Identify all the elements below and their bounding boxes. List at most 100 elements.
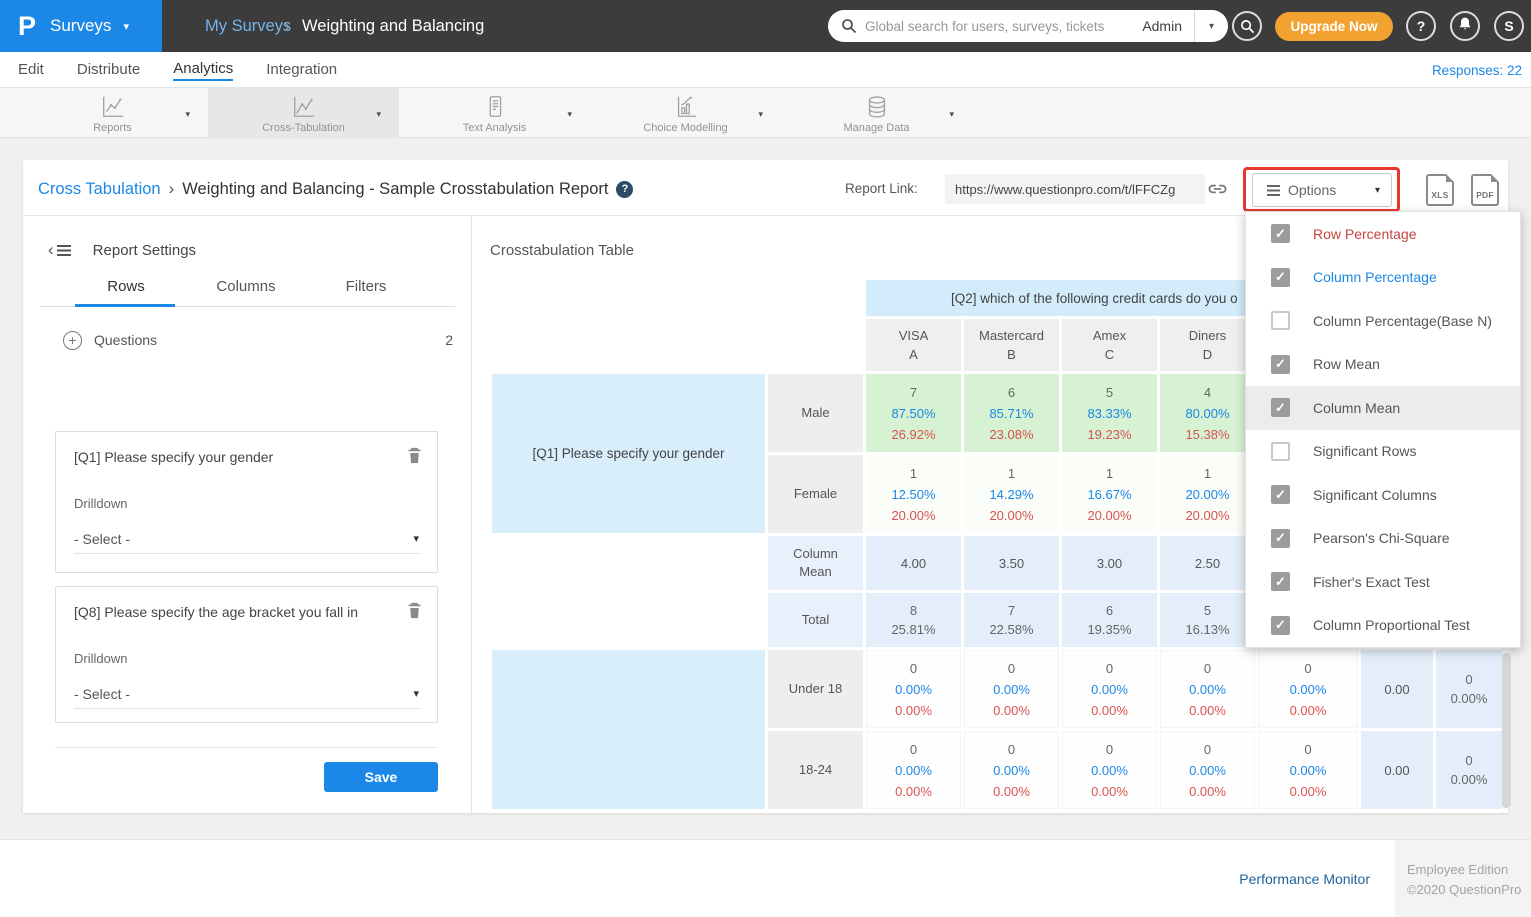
option-item-row-percentage[interactable]: ✓Row Percentage bbox=[1246, 212, 1520, 256]
page-footer: Performance Monitor Employee Edition ©20… bbox=[0, 839, 1531, 917]
module-tab-text-analysis[interactable]: Text Analysis▾ bbox=[399, 88, 590, 138]
chevron-down-icon[interactable]: ▾ bbox=[376, 109, 381, 120]
count-value: 1 bbox=[1008, 463, 1015, 484]
checkbox-checked-icon[interactable]: ✓ bbox=[1271, 224, 1290, 243]
module-tab-choice-modelling[interactable]: Choice Modelling▾ bbox=[590, 88, 781, 138]
help-icon: ? bbox=[1417, 18, 1426, 34]
option-item-significant-columns[interactable]: ✓Significant Columns bbox=[1246, 473, 1520, 517]
data-cell: 583.33%19.23% bbox=[1062, 374, 1157, 452]
help-button[interactable]: ? bbox=[1406, 11, 1436, 41]
module-label: Reports bbox=[93, 122, 132, 134]
add-questions-row[interactable]: + Questions 2 bbox=[63, 324, 455, 356]
save-button[interactable]: Save bbox=[324, 762, 438, 792]
option-item-column-mean[interactable]: ✓Column Mean bbox=[1246, 386, 1520, 430]
trash-icon[interactable] bbox=[406, 446, 423, 470]
count-value: 6 bbox=[1008, 382, 1015, 403]
select-value: - Select - bbox=[74, 686, 130, 702]
option-label: Fisher's Exact Test bbox=[1313, 574, 1430, 590]
performance-monitor-link[interactable]: Performance Monitor bbox=[1239, 871, 1370, 887]
option-item-pearson-s-chi-square[interactable]: ✓Pearson's Chi-Square bbox=[1246, 517, 1520, 561]
checkbox-checked-icon[interactable]: ✓ bbox=[1271, 485, 1290, 504]
count-value: 1 bbox=[910, 463, 917, 484]
mean-value: 4.00 bbox=[901, 556, 926, 571]
chevron-down-icon[interactable]: ▾ bbox=[949, 109, 954, 120]
options-button[interactable]: Options ▾ bbox=[1252, 173, 1392, 207]
count-value: 8 bbox=[910, 601, 917, 620]
checkbox-checked-icon[interactable]: ✓ bbox=[1271, 268, 1290, 287]
avatar-initial: S bbox=[1504, 18, 1513, 34]
help-icon[interactable]: ? bbox=[616, 181, 633, 198]
drilldown-select[interactable]: - Select -▾ bbox=[74, 524, 421, 554]
search-scope-selector[interactable]: Admin bbox=[1142, 18, 1194, 34]
mean-value: 2.50 bbox=[1195, 556, 1220, 571]
checkbox-checked-icon[interactable]: ✓ bbox=[1271, 355, 1290, 374]
checkbox-checked-icon[interactable]: ✓ bbox=[1271, 616, 1290, 635]
responses-count[interactable]: Responses: 22 bbox=[1432, 52, 1522, 88]
edition-line: Employee Edition bbox=[1407, 860, 1531, 880]
export-xls-button[interactable]: XLS bbox=[1426, 174, 1454, 206]
count-value: 0 bbox=[1008, 658, 1015, 679]
trash-icon[interactable] bbox=[406, 601, 423, 625]
drilldown-select[interactable]: - Select -▾ bbox=[74, 679, 421, 709]
cross-tabulation-link[interactable]: Cross Tabulation bbox=[38, 180, 161, 199]
breadcrumb-my-surveys[interactable]: My Surveys bbox=[205, 0, 291, 52]
row-percentage: 0.00% bbox=[895, 700, 932, 721]
total-cell: 722.58% bbox=[964, 593, 1059, 647]
column-name: VISA bbox=[899, 326, 929, 345]
row-label-18-24: 18-24 bbox=[768, 731, 863, 809]
option-label: Row Mean bbox=[1313, 356, 1380, 372]
global-search: Admin ▾ bbox=[828, 10, 1228, 42]
nav-tab-edit[interactable]: Edit bbox=[18, 61, 44, 80]
plus-icon[interactable]: + bbox=[63, 331, 82, 350]
search-submit-button[interactable] bbox=[1232, 11, 1262, 41]
tab-filters[interactable]: Filters bbox=[306, 278, 426, 307]
chevron-down-icon[interactable]: ▾ bbox=[185, 109, 190, 120]
option-item-significant-rows[interactable]: Significant Rows bbox=[1246, 430, 1520, 474]
product-label: Surveys bbox=[50, 16, 111, 36]
chevron-down-icon[interactable]: ▾ bbox=[567, 109, 572, 120]
account-avatar[interactable]: S bbox=[1494, 11, 1524, 41]
chevron-down-icon[interactable]: ▾ bbox=[758, 109, 763, 120]
data-cell: 116.67%20.00% bbox=[1062, 455, 1157, 533]
checkbox-checked-icon[interactable]: ✓ bbox=[1271, 529, 1290, 548]
search-input[interactable] bbox=[865, 19, 1142, 34]
link-icon[interactable] bbox=[1207, 179, 1228, 204]
upgrade-now-button[interactable]: Upgrade Now bbox=[1275, 12, 1393, 41]
mean-value: 0.00 bbox=[1384, 763, 1409, 778]
nav-tab-distribute[interactable]: Distribute bbox=[77, 61, 140, 80]
export-pdf-button[interactable]: PDF bbox=[1471, 174, 1499, 206]
report-link-url[interactable]: https://www.questionpro.com/t/lFFCZg bbox=[945, 174, 1205, 204]
checkbox-unchecked-icon[interactable] bbox=[1271, 311, 1290, 330]
notifications-button[interactable] bbox=[1450, 11, 1480, 41]
chevron-down-icon[interactable]: ▾ bbox=[1195, 21, 1228, 32]
module-tab-cross-tabulation[interactable]: Cross-Tabulation▾ bbox=[208, 88, 399, 138]
scrollbar-thumb[interactable] bbox=[1502, 653, 1511, 808]
count-value: 1 bbox=[1106, 463, 1113, 484]
search-icon bbox=[841, 18, 857, 34]
checkbox-checked-icon[interactable]: ✓ bbox=[1271, 572, 1290, 591]
tab-columns[interactable]: Columns bbox=[186, 278, 306, 307]
nav-tab-analytics[interactable]: Analytics bbox=[173, 60, 233, 81]
checkbox-unchecked-icon[interactable] bbox=[1271, 442, 1290, 461]
option-item-column-percentage-base-n[interactable]: Column Percentage(Base N) bbox=[1246, 299, 1520, 343]
drilldown-label: Drilldown bbox=[74, 651, 127, 666]
module-tab-reports[interactable]: Reports ▾ bbox=[17, 88, 208, 138]
percentage-value: 0.00% bbox=[1451, 689, 1488, 708]
nav-tab-integration[interactable]: Integration bbox=[266, 61, 337, 80]
checkbox-checked-icon[interactable]: ✓ bbox=[1271, 398, 1290, 417]
mean-value: 3.00 bbox=[1097, 556, 1122, 571]
collapse-panel-button[interactable]: ‹ Report Settings bbox=[48, 240, 196, 260]
option-item-column-proportional-test[interactable]: ✓Column Proportional Test bbox=[1246, 604, 1520, 648]
tab-rows[interactable]: Rows bbox=[66, 278, 186, 307]
count-value: 5 bbox=[1204, 601, 1211, 620]
count-value: 4 bbox=[1204, 382, 1211, 403]
module-tab-manage-data[interactable]: Manage Data▾ bbox=[781, 88, 972, 138]
column-mean-cell: 3.50 bbox=[964, 536, 1059, 590]
option-item-row-mean[interactable]: ✓ Row Mean bbox=[1246, 343, 1520, 387]
option-item-column-percentage[interactable]: ✓Column Percentage bbox=[1246, 256, 1520, 300]
report-link-label: Report Link: bbox=[845, 181, 918, 196]
divider bbox=[55, 747, 438, 748]
product-switcher[interactable]: P Surveys ▾ bbox=[0, 0, 162, 52]
data-cell: 114.29%20.00% bbox=[964, 455, 1059, 533]
option-item-fisher-s-exact-test[interactable]: ✓ Fisher's Exact Test bbox=[1246, 560, 1520, 604]
